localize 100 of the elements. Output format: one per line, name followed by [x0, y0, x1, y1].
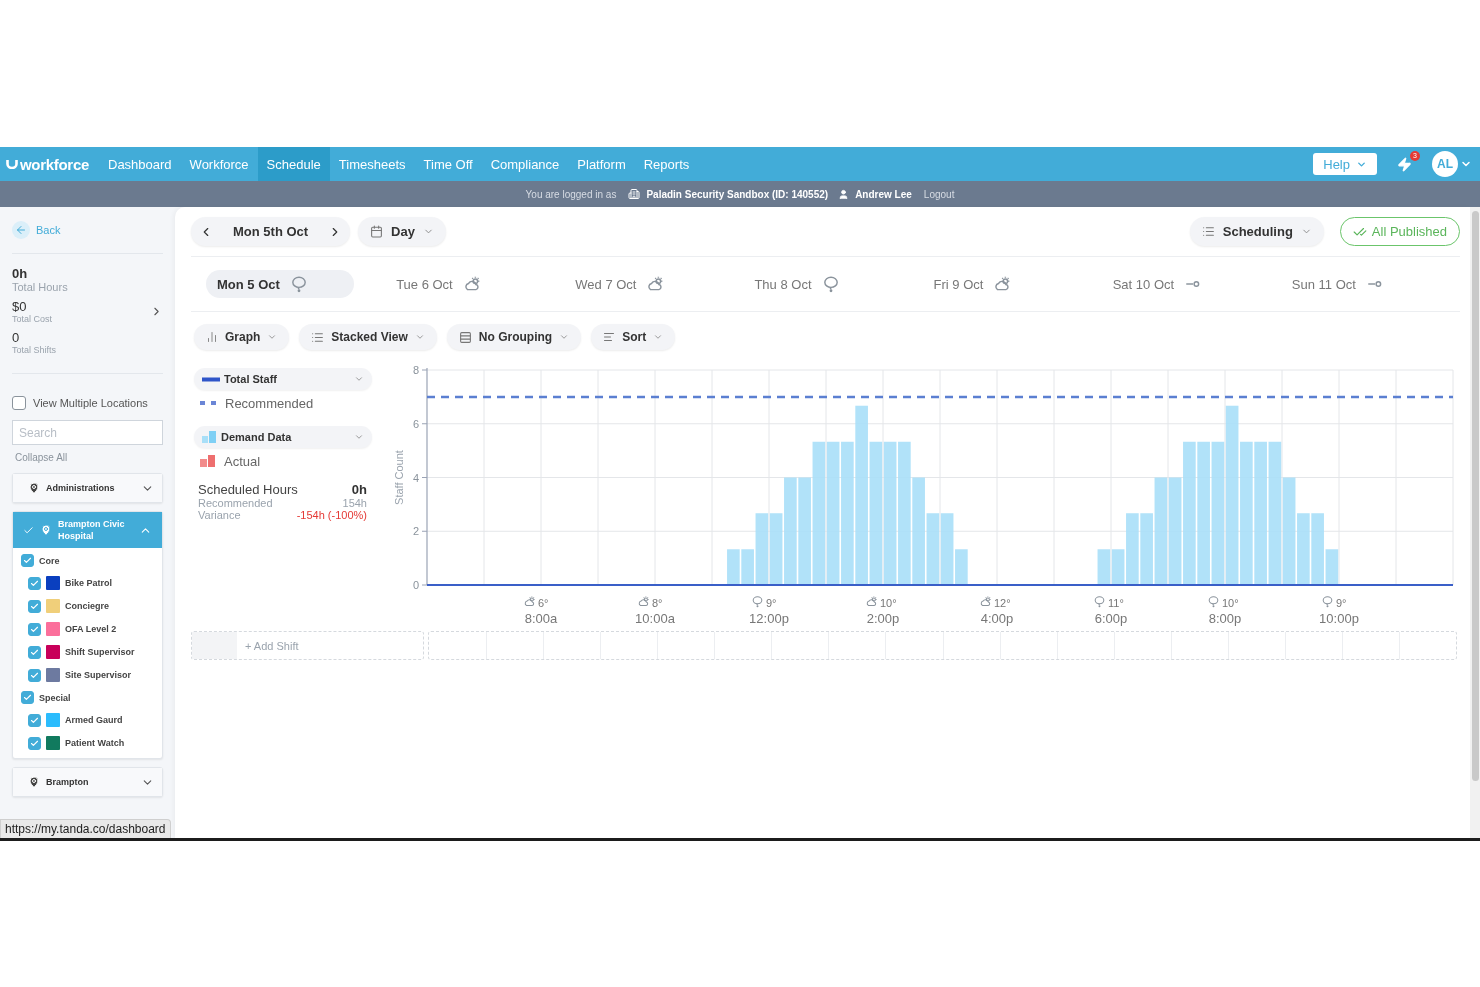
temperature-label: 10° — [880, 597, 897, 609]
check-icon — [30, 715, 39, 725]
date-navigator[interactable]: Mon 5th Oct — [191, 217, 351, 246]
nav-tab[interactable]: Timesheets — [329, 147, 415, 181]
nav-tab[interactable]: Schedule — [257, 147, 330, 181]
axis-tick-label: 10:00p — [1319, 611, 1359, 626]
logo[interactable]: workforce — [6, 147, 89, 181]
axis-tick-label: 0 — [412, 579, 419, 591]
cloud-sun-icon — [995, 275, 1011, 291]
tree-item[interactable]: Conciegre — [21, 599, 154, 613]
hours-label: Variance — [198, 509, 241, 521]
legend-dropdown[interactable]: Demand Data — [194, 426, 372, 448]
checkbox[interactable] — [28, 713, 41, 727]
location-header[interactable]: Administrations — [13, 474, 162, 502]
list-icon — [1201, 225, 1215, 238]
tree-item[interactable]: Special — [21, 691, 154, 704]
map-pin-icon — [28, 776, 40, 788]
caret-icon — [559, 332, 570, 342]
cloud-sun-icon — [524, 595, 536, 606]
nav-tab[interactable]: Time Off — [414, 147, 482, 181]
add-shift-button[interactable]: + Add Shift — [237, 632, 307, 659]
day-tab[interactable]: Thu 8 Oct — [743, 270, 892, 298]
legend-label: Actual — [224, 453, 261, 469]
calendar-icon — [370, 225, 384, 238]
nav-tab[interactable]: Workforce — [180, 147, 258, 181]
tree-item[interactable]: Shift Supervisor — [21, 645, 154, 659]
nav-tab[interactable]: Dashboard — [99, 147, 181, 181]
day-tab[interactable]: Wed 7 Oct — [564, 270, 713, 298]
nav-tab[interactable]: Reports — [634, 147, 699, 181]
breeze-icon — [1185, 281, 1200, 287]
checkbox[interactable] — [28, 736, 41, 750]
checkbox[interactable] — [28, 599, 41, 613]
bubble-icon — [752, 596, 763, 608]
logout-link[interactable]: Logout — [923, 188, 955, 200]
stat-label: Total Shifts — [12, 345, 57, 355]
status-url: https://my.tanda.co/dashboard — [0, 819, 171, 838]
location-header[interactable]: Brampton Civic Hospital — [13, 512, 162, 548]
axis-tick-label: 4 — [412, 471, 419, 484]
nav-tab[interactable]: Platform — [568, 147, 635, 181]
hours-label: Scheduled Hours — [198, 482, 298, 497]
legend-dropdown[interactable]: Total Staff — [194, 368, 372, 390]
day-tab[interactable]: Tue 6 Oct — [385, 270, 534, 298]
tree-item[interactable]: Patient Watch — [21, 736, 154, 750]
hours-label: Recommended — [198, 497, 273, 509]
checkbox[interactable] — [28, 668, 41, 682]
day-tab[interactable]: Fri 9 Oct — [922, 270, 1071, 298]
bubble-icon — [1208, 596, 1219, 608]
day-tab[interactable]: Sun 11 Oct — [1280, 270, 1429, 298]
axis-title: Staff Count — [393, 450, 405, 505]
temperature-label: 9° — [766, 597, 777, 609]
bubble-icon — [823, 276, 838, 293]
check-icon — [30, 601, 39, 611]
hours-value: 154h — [342, 497, 367, 509]
axis-tick-label: 8:00a — [524, 611, 558, 626]
map-pin-icon — [28, 482, 40, 494]
caret-icon — [653, 332, 664, 342]
view-option-dropdown[interactable]: Stacked View — [299, 324, 437, 350]
user-name: Andrew Lee — [855, 188, 912, 200]
checkbox[interactable] — [28, 576, 41, 590]
checkbox[interactable] — [12, 396, 26, 410]
view-option-dropdown[interactable]: Sort — [591, 324, 676, 350]
axis-tick-label: 8 — [412, 364, 419, 376]
organization-name: Paladin Security Sandbox (ID: 140552) — [646, 188, 829, 200]
help-button[interactable]: Help — [1313, 153, 1377, 175]
tree-item[interactable]: Armed Gaurd — [21, 713, 154, 727]
building-icon — [628, 188, 641, 200]
caret-icon — [354, 432, 364, 442]
search-field[interactable]: Search — [12, 420, 163, 445]
logo-icon — [6, 159, 18, 169]
checkbox-label[interactable]: View Multiple Locations — [12, 396, 163, 410]
row-header — [192, 632, 237, 659]
view-option-dropdown[interactable]: No Grouping — [446, 324, 582, 350]
tree-item[interactable]: Site Supervisor — [21, 668, 154, 682]
collapse-all-link[interactable]: Collapse All — [15, 452, 68, 463]
tree-item[interactable]: OFA Level 2 — [21, 622, 154, 636]
lightning-icon — [1397, 156, 1412, 172]
user-avatar[interactable]: AL — [1432, 151, 1458, 177]
checkbox[interactable] — [21, 554, 34, 567]
axis-tick-label: 2:00p — [866, 611, 900, 626]
day-tab[interactable]: Mon 5 Oct — [206, 270, 354, 298]
day-tab[interactable]: Sat 10 Oct — [1101, 270, 1250, 298]
nav-tab[interactable]: Compliance — [481, 147, 569, 181]
checkbox[interactable] — [28, 622, 41, 636]
temperature-label: 8° — [652, 597, 663, 609]
location-header[interactable]: Brampton — [13, 768, 162, 796]
axis-tick-label: 6:00p — [1094, 611, 1128, 626]
back-link[interactable]: Back — [12, 219, 61, 241]
scrollbar-thumb[interactable] — [1471, 211, 1479, 781]
publish-button[interactable]: All Published — [1339, 217, 1460, 246]
view-option-dropdown[interactable]: Graph — [194, 324, 290, 350]
view-dropdown[interactable]: Day — [358, 217, 446, 246]
checkbox[interactable] — [21, 691, 34, 704]
mode-dropdown[interactable]: Scheduling — [1189, 217, 1324, 246]
checkbox[interactable] — [28, 645, 41, 659]
tree-item[interactable]: Core — [21, 554, 154, 567]
chart-bar — [1097, 549, 1111, 585]
session-label: You are logged in as — [525, 188, 617, 200]
caret-icon — [267, 332, 278, 342]
axis-tick-label: 4:00p — [980, 611, 1014, 626]
tree-item[interactable]: Bike Patrol — [21, 576, 154, 590]
